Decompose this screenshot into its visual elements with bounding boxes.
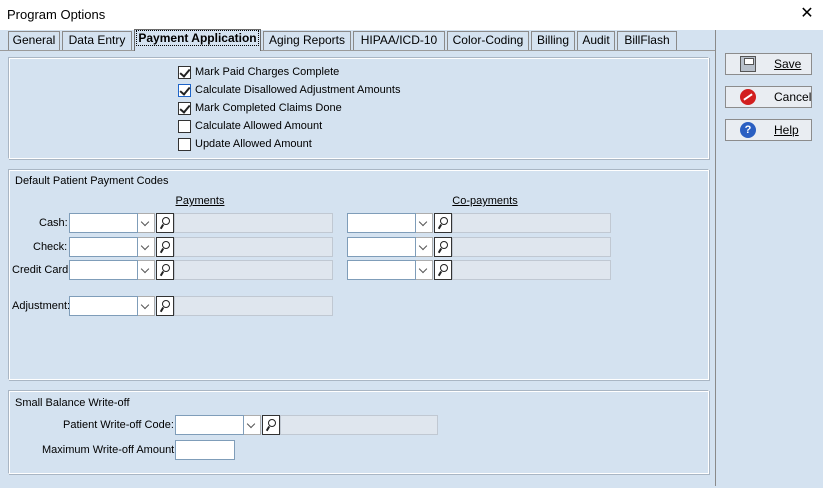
chevron-down-icon[interactable] [416,260,434,280]
cash-copayment-description [452,213,611,233]
adjustment-label: Adjustment: [12,300,71,312]
check-payment-code-combo[interactable] [69,237,174,257]
check-payment-code-input[interactable] [69,237,139,257]
floppy-disk-icon [740,56,756,72]
writeoff-code-description [280,415,438,435]
credit-card-copayment-description [452,260,611,280]
tab-audit[interactable]: Audit [577,31,615,50]
chevron-down-icon[interactable] [416,237,434,257]
chevron-down-icon[interactable] [138,237,156,257]
adjustment-description [174,296,333,316]
tab-payment-application[interactable]: Payment Application [134,29,261,51]
window-title: Program Options [7,7,106,22]
check-label: Check: [33,241,68,253]
credit-card-copayment-code-input[interactable] [347,260,417,280]
chevron-down-icon[interactable] [244,415,262,435]
cash-payment-code-combo[interactable] [69,213,174,233]
magnifier-icon[interactable] [156,260,174,280]
credit-card-copayment-code-combo[interactable] [347,260,452,280]
option-calculate-disallowed-adjustments[interactable]: Calculate Disallowed Adjustment Amounts [178,82,400,98]
magnifier-icon[interactable] [434,213,452,233]
check-copayment-description [452,237,611,257]
cash-copayment-code-combo[interactable] [347,213,452,233]
option-mark-completed-claims-done[interactable]: Mark Completed Claims Done [178,100,342,116]
check-copayment-code-input[interactable] [347,237,417,257]
credit-card-payment-code-input[interactable] [69,260,139,280]
checkbox-checked[interactable] [178,101,191,115]
tab-billflash[interactable]: BillFlash [617,31,677,50]
writeoff-code-combo[interactable] [175,415,280,435]
payments-header: Payments [175,195,225,207]
chevron-down-icon[interactable] [138,260,156,280]
chevron-down-icon[interactable] [138,213,156,233]
chevron-down-icon[interactable] [138,296,156,316]
writeoff-code-input[interactable] [175,415,245,435]
credit-card-payment-description [174,260,333,280]
cancel-button[interactable]: Cancel [725,86,812,108]
cash-copayment-code-input[interactable] [347,213,417,233]
magnifier-icon[interactable] [262,415,280,435]
title-bar: Program Options ✕ [0,0,823,30]
check-copayment-code-combo[interactable] [347,237,452,257]
max-writeoff-amount-input[interactable] [175,440,235,460]
magnifier-icon[interactable] [434,260,452,280]
adjustment-code-input[interactable] [69,296,139,316]
tab-data-entry[interactable]: Data Entry [62,31,132,50]
checkbox-checked[interactable] [178,65,191,79]
tab-general[interactable]: General [8,31,60,50]
adjustment-code-combo[interactable] [69,296,174,316]
button-panel-divider [715,30,716,486]
save-button[interactable]: Save [725,53,812,75]
checkbox-checked[interactable] [178,83,191,97]
options-group [8,57,709,159]
writeoff-title: Small Balance Write-off [15,397,130,409]
help-question-icon: ? [740,122,756,138]
credit-card-payment-code-combo[interactable] [69,260,174,280]
close-icon[interactable]: ✕ [799,4,815,24]
magnifier-icon[interactable] [156,237,174,257]
magnifier-icon[interactable] [156,296,174,316]
credit-card-label: Credit Card: [12,264,72,276]
copayments-header: Co-payments [452,195,518,207]
payment-codes-title: Default Patient Payment Codes [15,175,169,187]
magnifier-icon[interactable] [434,237,452,257]
tab-aging-reports[interactable]: Aging Reports [263,31,351,50]
cash-payment-description [174,213,333,233]
check-payment-description [174,237,333,257]
tab-billing[interactable]: Billing [531,31,575,50]
option-mark-paid-charges-complete[interactable]: Mark Paid Charges Complete [178,64,339,80]
tab-underline [0,50,716,51]
checkbox-unchecked[interactable] [178,119,191,133]
chevron-down-icon[interactable] [416,213,434,233]
program-options-window: Program Options ✕ General Data Entry Pay… [0,0,823,488]
cash-payment-code-input[interactable] [69,213,139,233]
checkbox-unchecked[interactable] [178,137,191,151]
tab-hipaa-icd10[interactable]: HIPAA/ICD-10 [353,31,445,50]
cancel-icon [740,89,756,105]
tab-color-coding[interactable]: Color-Coding [447,31,529,50]
magnifier-icon[interactable] [156,213,174,233]
max-writeoff-label: Maximum Write-off Amount: [42,444,178,456]
option-update-allowed-amount[interactable]: Update Allowed Amount [178,136,312,152]
help-button[interactable]: ? Help [725,119,812,141]
tab-strip: General Data Entry Payment Application A… [0,29,716,51]
writeoff-code-label: Patient Write-off Code: [63,419,174,431]
option-calculate-allowed-amount[interactable]: Calculate Allowed Amount [178,118,322,134]
cash-label: Cash: [39,217,68,229]
